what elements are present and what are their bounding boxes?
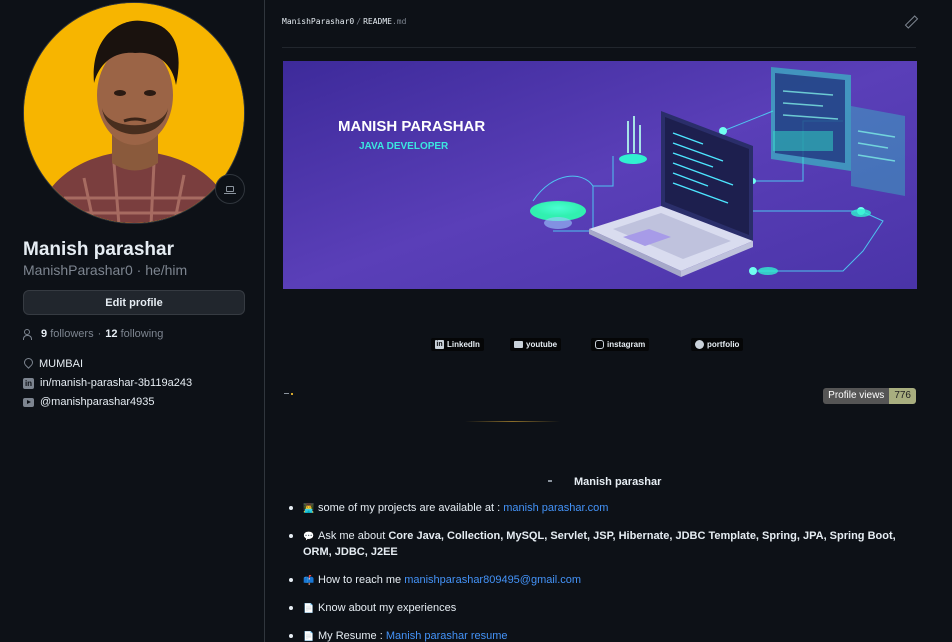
edit-pencil-icon[interactable] — [904, 16, 916, 28]
linkedin-icon: in — [23, 377, 34, 389]
location-item: MUMBAI — [23, 358, 83, 370]
followers-link[interactable]: 9 followers — [41, 328, 94, 340]
section-title: Manish parashar — [574, 476, 662, 488]
document-emoji: 📄 — [303, 631, 315, 641]
readme-file-ext: .md — [391, 17, 407, 26]
avatar-container — [23, 2, 245, 224]
list-item: 💬 Ask me about Core Java, Collection, MyS… — [289, 528, 909, 560]
pronouns-separator: · — [136, 262, 142, 278]
linkedin-icon: in — [435, 340, 444, 349]
instagram-icon — [595, 340, 604, 349]
profile-username: ManishParashar0 — [23, 262, 133, 278]
list-item: 📫 How to reach me manishparashar809495@gm… — [289, 572, 909, 588]
instagram-badge-label: instagram — [607, 340, 646, 349]
list-item-text: some of my projects are available at : — [318, 502, 501, 514]
banner-name: MANISH PARASHAR — [338, 118, 485, 135]
portfolio-icon — [695, 340, 704, 349]
followers-count: 9 — [41, 328, 48, 340]
avatar-photo — [24, 3, 244, 223]
linkedin-badge-label: LinkedIn — [447, 340, 480, 349]
profile-name: Manish parashar — [23, 239, 174, 260]
location-text: MUMBAI — [39, 358, 83, 370]
list-item-text: My Resume : — [318, 630, 383, 642]
follow-stats: 9 followers · 12 following — [23, 328, 163, 340]
readme-panel: ManishParashar0/README.md MANISH PARASHA… — [264, 0, 952, 642]
speech-bubble-emoji: 💬 — [303, 531, 315, 541]
youtube-icon — [514, 341, 523, 348]
youtube-icon — [23, 397, 34, 407]
set-status-button[interactable] — [215, 174, 245, 204]
profile-pronouns: he/him — [145, 262, 188, 278]
profile-views-badge: Profile views 776 — [823, 388, 916, 404]
linkedin-link[interactable]: in/manish-parashar-3b119a243 — [40, 377, 192, 389]
breadcrumb-separator: / — [356, 17, 362, 26]
resume-link[interactable]: Manish parashar resume — [386, 630, 508, 642]
banner-illustration: MANISH PARASHAR JAVA DEVELOPER — [283, 61, 917, 289]
projects-link[interactable]: manish parashar.com — [503, 502, 608, 514]
following-label: following — [120, 328, 164, 340]
edit-profile-button[interactable]: Edit profile — [23, 290, 245, 315]
instagram-badge[interactable]: instagram — [591, 338, 650, 351]
youtube-link[interactable]: @manishparashar4935 — [40, 396, 155, 408]
laptop-icon — [224, 186, 236, 194]
linkedin-item[interactable]: in in/manish-parashar-3b119a243 — [23, 377, 192, 389]
youtube-badge[interactable]: youtube — [510, 338, 562, 351]
list-item: 📄 My Resume : Manish parashar resume — [289, 628, 909, 642]
about-list: 👨‍💻 some of my projects are available at … — [289, 500, 909, 642]
readme-divider — [282, 47, 916, 48]
followers-label: followers — [50, 328, 94, 340]
profile-sidebar: Manish parashar ManishParashar0 · he/him… — [0, 0, 264, 642]
youtube-badge-label: youtube — [526, 340, 558, 349]
portfolio-badge[interactable]: portfolio — [691, 338, 744, 351]
following-link[interactable]: 12 following — [105, 328, 163, 340]
readme-banner: MANISH PARASHAR JAVA DEVELOPER — [283, 61, 917, 289]
avatar[interactable] — [23, 2, 245, 224]
technologist-emoji: 👨‍💻 — [303, 503, 315, 513]
list-item-text: How to reach me — [318, 574, 402, 586]
readme-owner-link[interactable]: ManishParashar0 — [282, 17, 354, 26]
title-decoration — [548, 480, 552, 482]
banner-role: JAVA DEVELOPER — [359, 141, 449, 152]
list-item: 👨‍💻 some of my projects are available at … — [289, 500, 909, 516]
portfolio-badge-label: portfolio — [707, 340, 740, 349]
list-item: 📄 Know about my experiences — [289, 600, 909, 616]
youtube-item[interactable]: @manishparashar4935 — [23, 396, 155, 408]
email-link[interactable]: manishparashar809495@gmail.com — [404, 574, 581, 586]
readme-breadcrumb: ManishParashar0/README.md — [282, 17, 406, 26]
skills-text: Core Java, Collection, MySQL, Servlet, J… — [303, 530, 896, 558]
profile-views-count: 776 — [889, 388, 916, 404]
decorative-divider — [465, 421, 560, 422]
list-item-prefix: Ask me about — [318, 530, 386, 542]
readme-file-name[interactable]: README — [363, 17, 392, 26]
location-pin-icon — [23, 358, 33, 370]
profile-username-row: ManishParashar0 · he/him — [23, 262, 187, 278]
mailbox-emoji: 📫 — [303, 575, 315, 585]
following-count: 12 — [105, 328, 118, 340]
linkedin-badge[interactable]: in LinkedIn — [431, 338, 484, 351]
follow-separator: · — [97, 328, 102, 340]
broken-image-mark — [284, 393, 293, 395]
profile-views-label: Profile views — [823, 388, 890, 404]
social-badges: in LinkedIn youtube instagram portfolio — [265, 338, 952, 352]
list-item-text: Know about my experiences — [318, 602, 457, 614]
document-emoji: 📄 — [303, 603, 315, 613]
people-icon — [23, 329, 35, 340]
